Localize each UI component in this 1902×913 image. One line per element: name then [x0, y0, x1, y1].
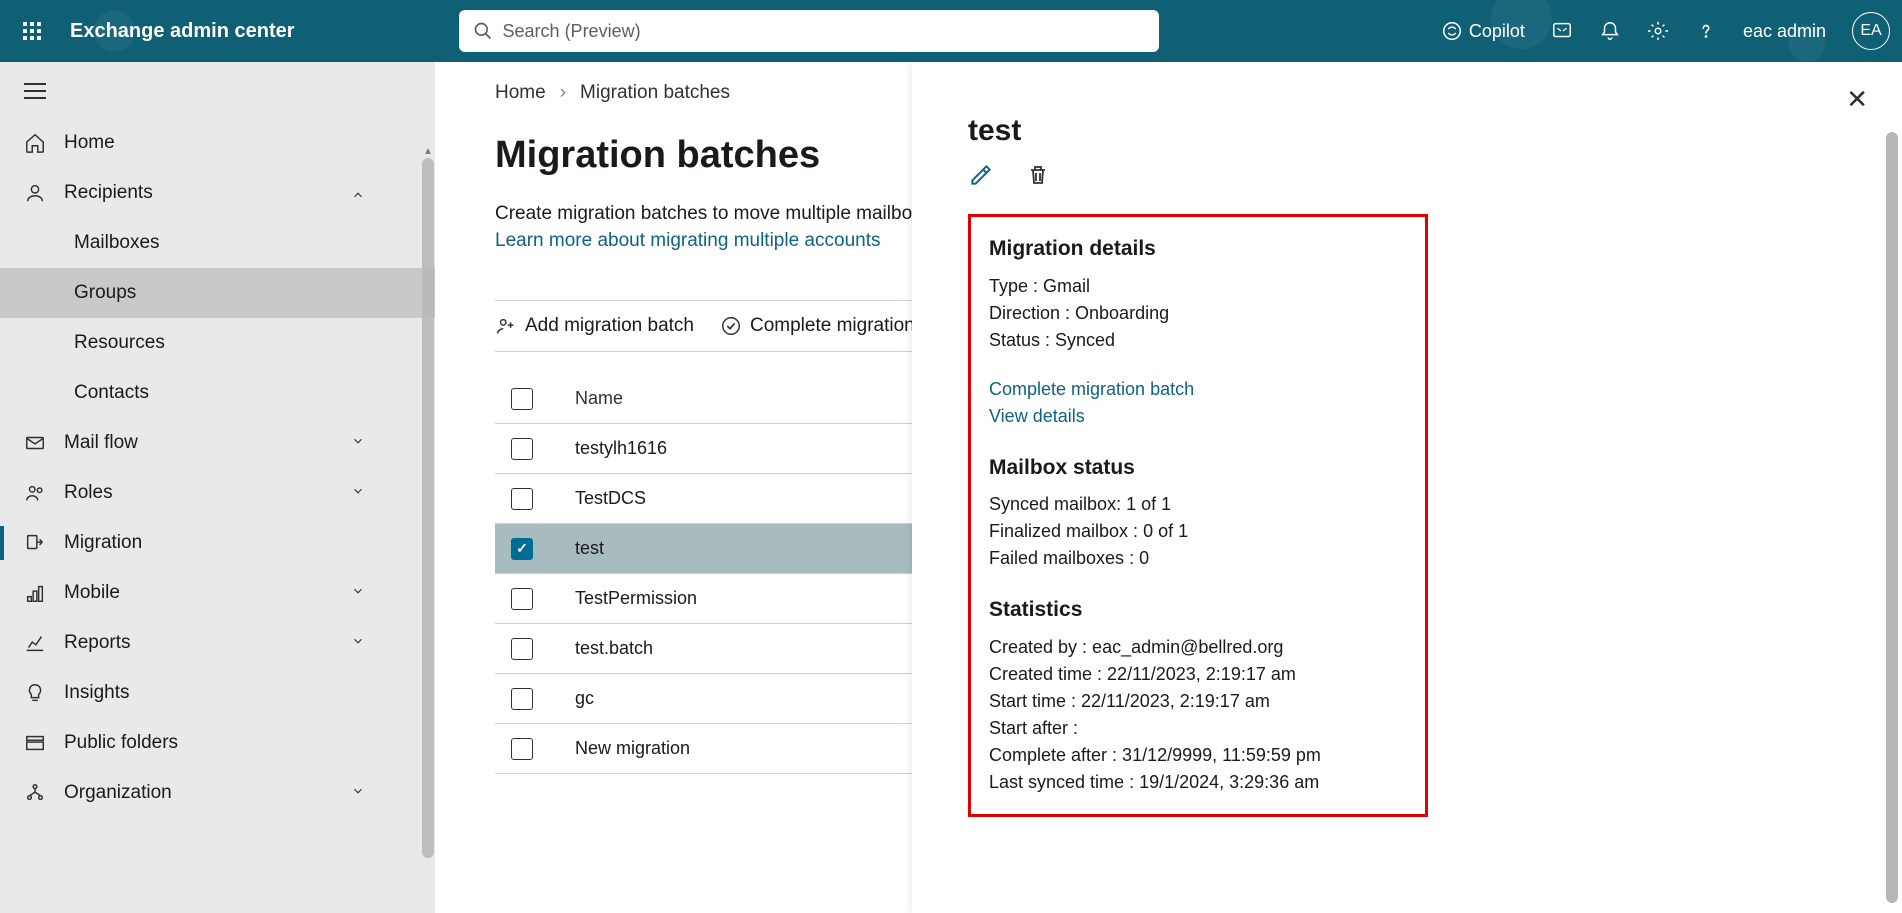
migration-details-block: Migration details Type : Gmail Direction… — [968, 214, 1428, 817]
row-checkbox[interactable] — [511, 538, 533, 560]
sidebar-item-recipients[interactable]: Recipients — [0, 168, 435, 218]
details-type: Type : Gmail — [989, 273, 1407, 300]
sidebar-item-mailboxes[interactable]: Mailboxes — [0, 218, 435, 268]
delete-button[interactable] — [1026, 162, 1050, 192]
help-icon[interactable] — [1695, 20, 1717, 42]
app-launcher-icon[interactable] — [12, 11, 52, 51]
details-status: Status : Synced — [989, 327, 1407, 354]
details-created-time: Created time : 22/11/2023, 2:19:17 am — [989, 661, 1407, 688]
copilot-button[interactable]: Copilot — [1441, 20, 1525, 42]
sidebar-item-home[interactable]: Home — [0, 118, 435, 168]
details-complete-after: Complete after : 31/12/9999, 11:59:59 pm — [989, 742, 1407, 769]
row-name: TestDCS — [555, 488, 935, 509]
nav-toggle-icon[interactable] — [0, 72, 435, 118]
avatar[interactable]: EA — [1852, 12, 1890, 50]
sidebar-item-insights[interactable]: Insights — [0, 668, 435, 718]
details-created-by: Created by : eac_admin@bellred.org — [989, 634, 1407, 661]
row-checkbox[interactable] — [511, 438, 533, 460]
edit-button[interactable] — [968, 162, 994, 192]
sidebar-item-migration[interactable]: Migration — [0, 518, 435, 568]
panel-scrollbar[interactable] — [1886, 132, 1898, 903]
complete-batch-link[interactable]: Complete migration batch — [989, 376, 1407, 403]
row-checkbox[interactable] — [511, 738, 533, 760]
row-name: test.batch — [555, 638, 935, 659]
row-name: test — [555, 538, 935, 559]
sidebar-item-reports[interactable]: Reports — [0, 618, 435, 668]
close-icon[interactable]: ✕ — [1846, 84, 1868, 115]
details-failed: Failed mailboxes : 0 — [989, 545, 1407, 572]
sidebar-item-public-folders[interactable]: Public folders — [0, 718, 435, 768]
details-direction: Direction : Onboarding — [989, 300, 1407, 327]
breadcrumb-home[interactable]: Home — [495, 82, 546, 104]
row-checkbox[interactable] — [511, 588, 533, 610]
main-content: Home › Migration batches Migration batch… — [435, 62, 1902, 913]
select-all-checkbox[interactable] — [511, 388, 533, 410]
copilot-icon — [1441, 20, 1463, 42]
feedback-icon[interactable] — [1551, 20, 1573, 42]
pencil-icon — [968, 162, 994, 188]
sidebar-scrollbar[interactable] — [421, 158, 435, 858]
breadcrumb-current: Migration batches — [580, 82, 730, 104]
search-input[interactable]: Search (Preview) — [459, 10, 1159, 52]
check-circle-icon — [720, 315, 742, 337]
sidebar-item-mail-flow[interactable]: Mail flow — [0, 418, 435, 468]
add-user-icon — [495, 315, 517, 337]
sidebar-item-mobile[interactable]: Mobile — [0, 568, 435, 618]
details-synced: Synced mailbox: 1 of 1 — [989, 491, 1407, 518]
roles-icon — [24, 482, 46, 504]
sidebar-item-roles[interactable]: Roles — [0, 468, 435, 518]
top-bar: Exchange admin center Search (Preview) C… — [0, 0, 1902, 62]
insights-icon — [24, 682, 46, 704]
mobile-icon — [24, 582, 46, 604]
details-start-after: Start after : — [989, 715, 1407, 742]
learn-more-link[interactable]: Learn more about migrating multiple acco… — [495, 230, 880, 251]
chevron-down-icon — [351, 782, 365, 804]
column-name[interactable]: Name — [555, 388, 935, 409]
user-name: eac admin — [1743, 21, 1826, 42]
home-icon — [24, 132, 46, 154]
row-checkbox[interactable] — [511, 688, 533, 710]
sidebar-item-groups[interactable]: Groups — [0, 268, 435, 318]
chevron-up-icon — [351, 182, 365, 204]
person-icon — [24, 182, 46, 204]
app-title: Exchange admin center — [70, 20, 295, 43]
chevron-down-icon — [351, 482, 365, 504]
details-start-time: Start time : 22/11/2023, 2:19:17 am — [989, 688, 1407, 715]
reports-icon — [24, 632, 46, 654]
migration-icon — [24, 532, 46, 554]
row-name: gc — [555, 688, 935, 709]
row-name: TestPermission — [555, 588, 935, 609]
search-icon — [473, 21, 493, 41]
chevron-down-icon — [351, 432, 365, 454]
settings-icon[interactable] — [1647, 20, 1669, 42]
org-icon — [24, 782, 46, 804]
row-name: testylh1616 — [555, 438, 935, 459]
sidebar: Home Recipients Mailboxes Groups Resourc… — [0, 62, 435, 913]
row-checkbox[interactable] — [511, 488, 533, 510]
mail-icon — [24, 432, 46, 454]
details-finalized: Finalized mailbox : 0 of 1 — [989, 518, 1407, 545]
details-panel: ✕ test Migration details Type : Gmail Di… — [912, 62, 1902, 913]
chevron-right-icon: › — [560, 82, 566, 104]
sidebar-item-organization[interactable]: Organization — [0, 768, 435, 818]
add-migration-batch-button[interactable]: Add migration batch — [495, 315, 694, 337]
view-details-link[interactable]: View details — [989, 403, 1407, 430]
notifications-icon[interactable] — [1599, 20, 1621, 42]
scroll-up-icon[interactable]: ▲ — [423, 146, 433, 156]
sidebar-item-contacts[interactable]: Contacts — [0, 368, 435, 418]
folder-icon — [24, 732, 46, 754]
trash-icon — [1026, 162, 1050, 188]
chevron-down-icon — [351, 582, 365, 604]
sidebar-item-resources[interactable]: Resources — [0, 318, 435, 368]
details-title: test — [968, 114, 1862, 148]
row-name: New migration — [555, 738, 935, 759]
search-placeholder: Search (Preview) — [503, 21, 641, 42]
row-checkbox[interactable] — [511, 638, 533, 660]
details-last-synced: Last synced time : 19/1/2024, 3:29:36 am — [989, 769, 1407, 796]
chevron-down-icon — [351, 632, 365, 654]
